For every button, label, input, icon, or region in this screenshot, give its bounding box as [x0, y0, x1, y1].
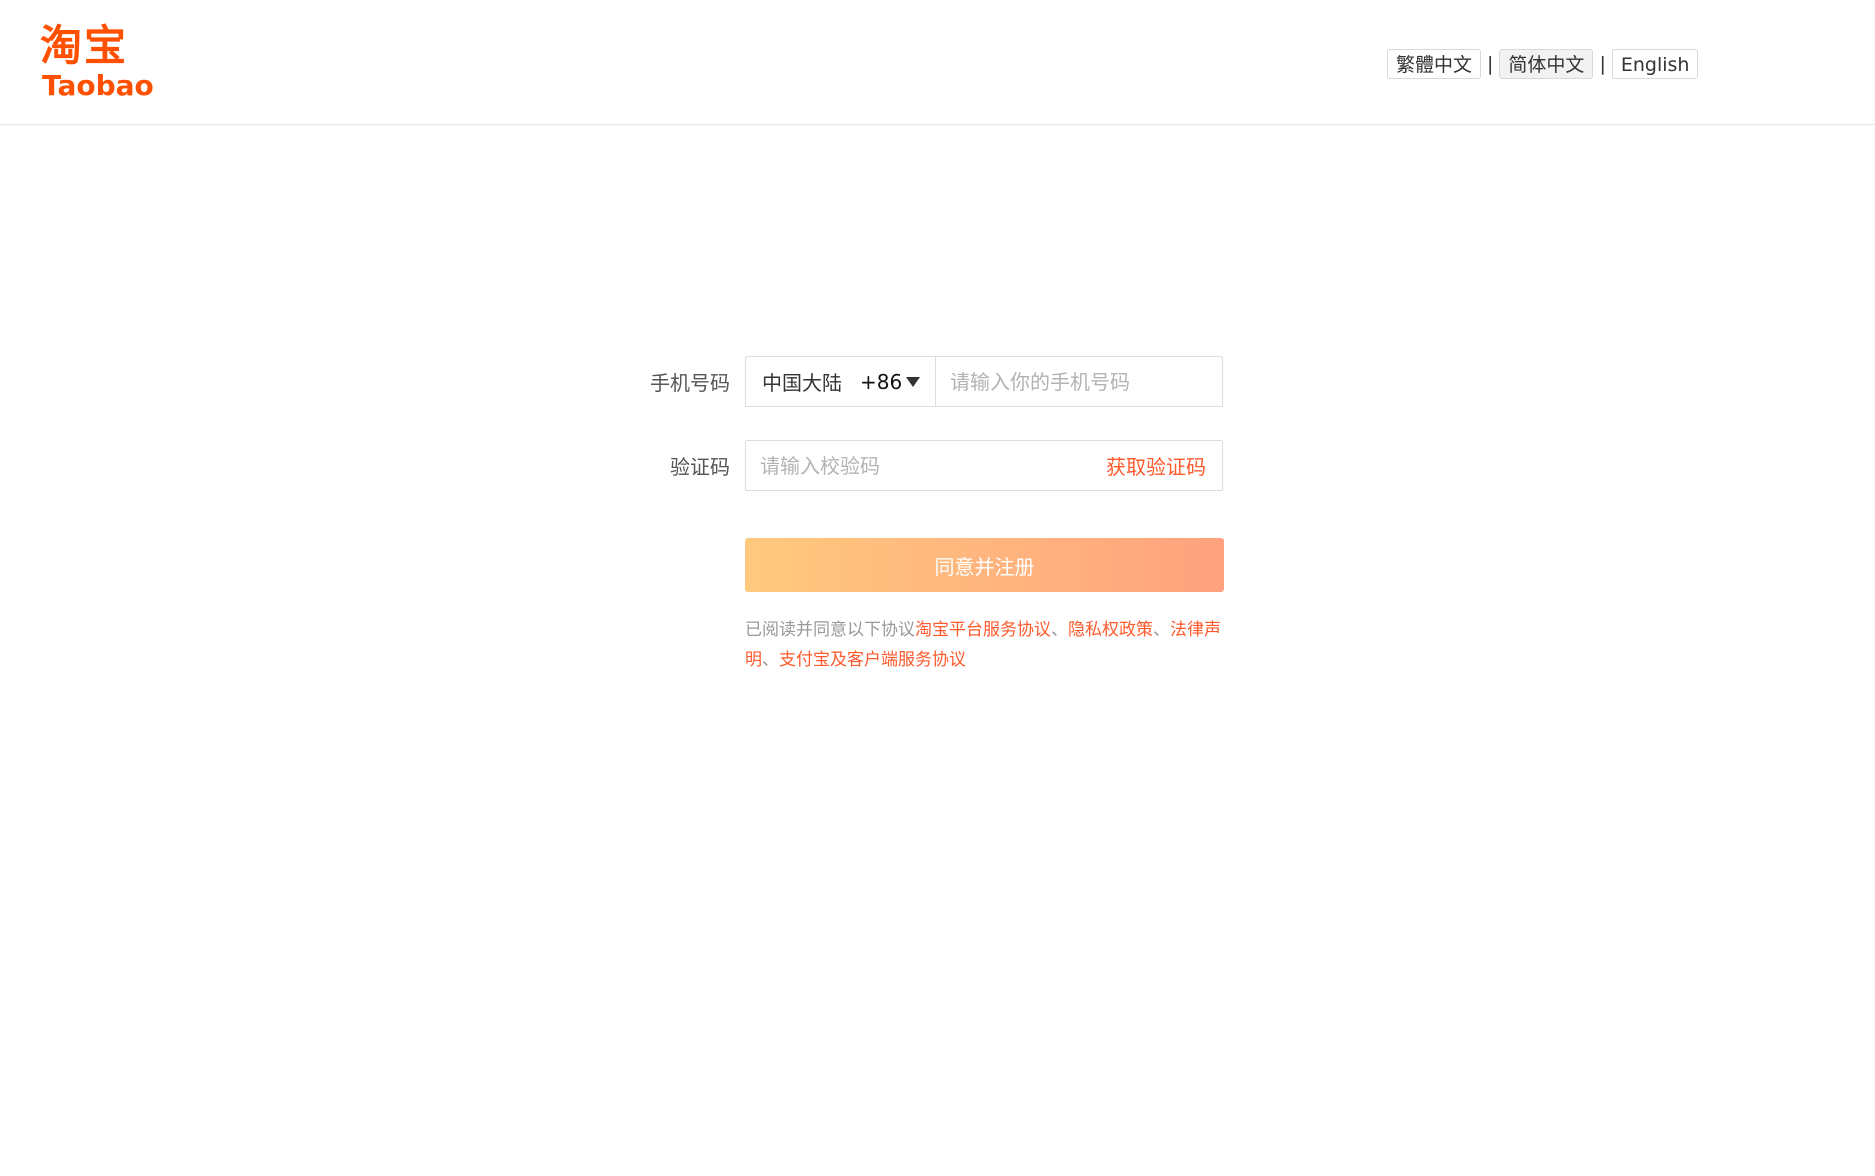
region-select[interactable]: 中国大陆 +86 [746, 357, 936, 406]
link-alipay-client-agreement[interactable]: 支付宝及客户端服务协议 [779, 650, 966, 670]
agreement-separator: 、 [1153, 620, 1170, 640]
phone-label: 手机号码 [650, 371, 730, 395]
code-field-group: 获取验证码 [745, 440, 1223, 491]
agree-register-button[interactable]: 同意并注册 [745, 538, 1224, 592]
lang-simplified-chinese-button[interactable]: 简体中文 [1499, 49, 1594, 79]
taobao-logo[interactable]: 淘宝 Taobao [38, 20, 158, 102]
link-privacy-policy[interactable]: 隐私权政策 [1068, 620, 1153, 640]
agreement-separator: 、 [1051, 620, 1068, 640]
region-name: 中国大陆 [762, 371, 842, 395]
agreement-text: 已阅读并同意以下协议淘宝平台服务协议、隐私权政策、法律声明、支付宝及客户端服务协… [745, 615, 1225, 675]
lang-traditional-chinese-button[interactable]: 繁體中文 [1387, 49, 1482, 79]
lang-separator: | [1599, 53, 1606, 75]
logo-english-text: Taobao [42, 69, 154, 102]
code-label: 验证码 [670, 455, 730, 479]
region-code: +86 [860, 369, 903, 394]
get-code-button[interactable]: 获取验证码 [1106, 451, 1222, 480]
agreement-separator: 、 [762, 650, 779, 670]
logo-chinese-text: 淘宝 [40, 21, 129, 70]
header-bar: 淘宝 Taobao 繁體中文 | 简体中文 | English [0, 0, 1875, 125]
phone-field-group: 中国大陆 +86 [745, 356, 1223, 407]
agreement-prefix: 已阅读并同意以下协议 [745, 620, 915, 640]
verification-code-input[interactable] [746, 440, 1106, 491]
lang-separator: | [1487, 53, 1494, 75]
phone-row: 手机号码 中国大陆 +86 [620, 356, 1223, 407]
caret-down-icon [906, 376, 921, 387]
lang-english-button[interactable]: English [1611, 49, 1699, 79]
phone-input[interactable] [936, 356, 1222, 407]
code-row: 验证码 获取验证码 [620, 440, 1223, 491]
link-platform-service-agreement[interactable]: 淘宝平台服务协议 [915, 620, 1051, 640]
language-switcher: 繁體中文 | 简体中文 | English [1387, 48, 1699, 80]
